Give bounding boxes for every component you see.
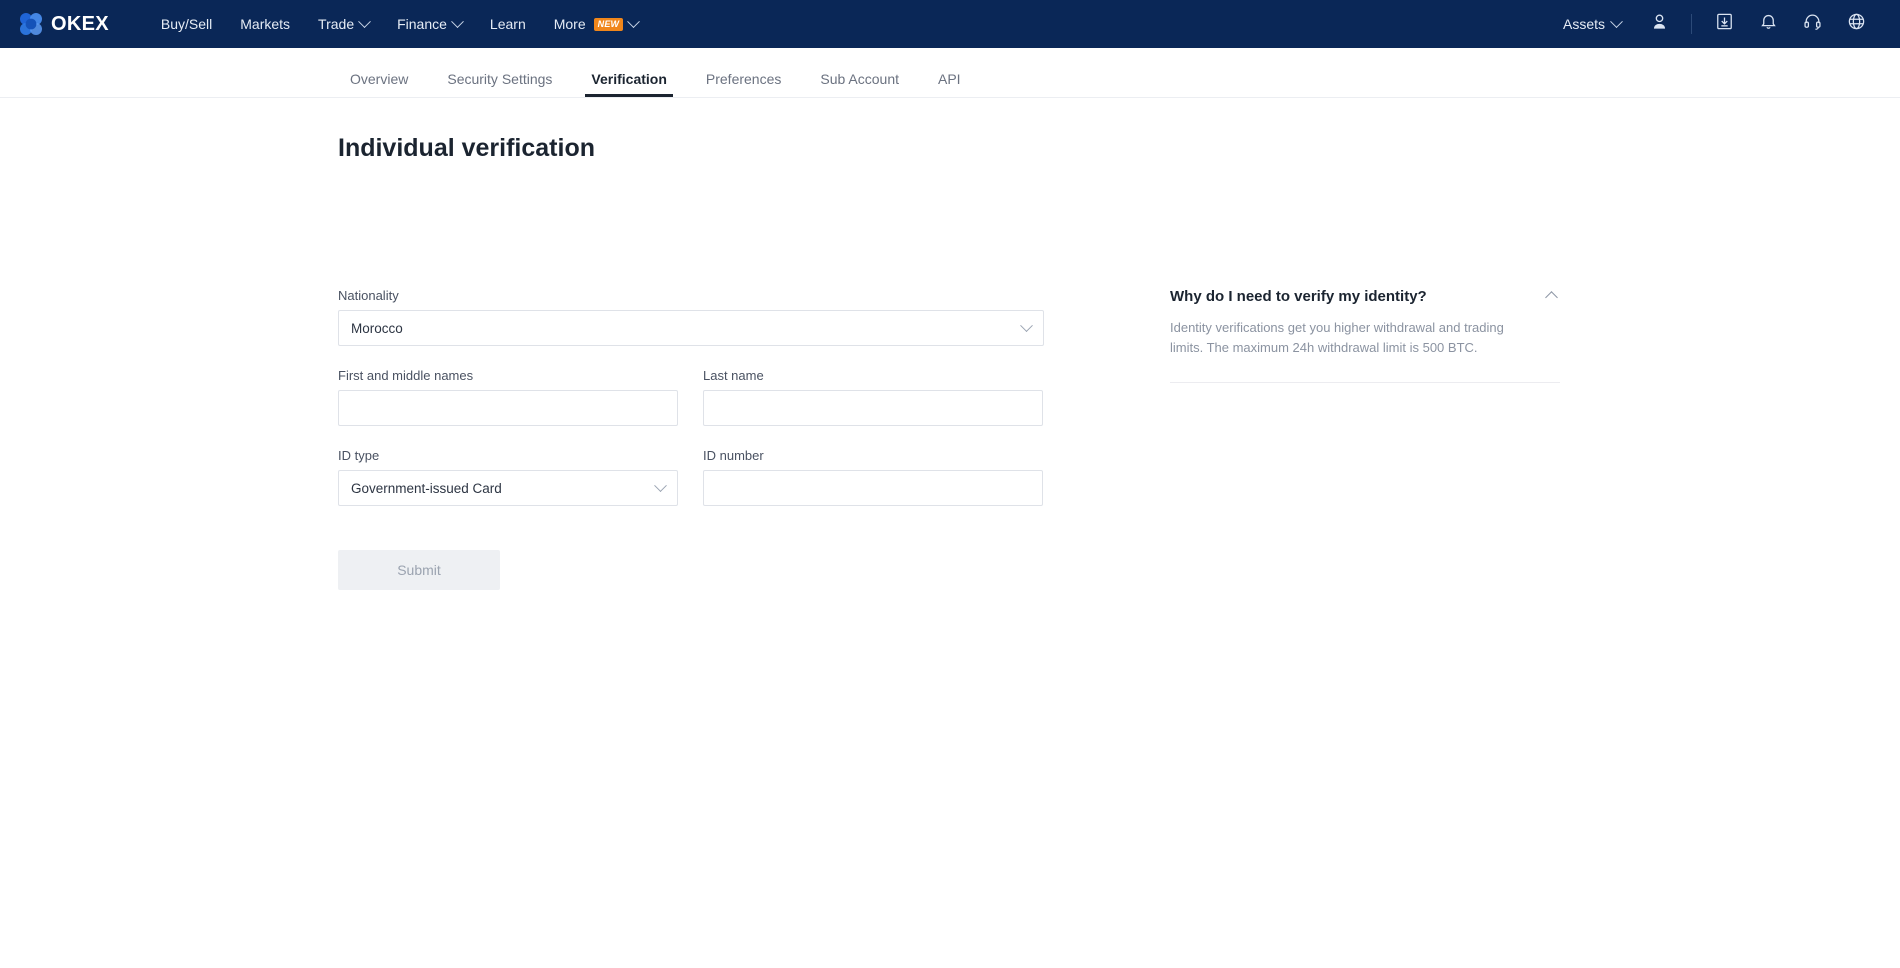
notifications-button[interactable] <box>1746 0 1790 48</box>
tab-preferences[interactable]: Preferences <box>694 71 793 97</box>
why-verify-body: Identity verifications get you higher wi… <box>1170 320 1504 356</box>
top-navigation-bar: OKEX Buy/Sell Markets Trade Finance Lear… <box>0 0 1900 48</box>
tab-api[interactable]: API <box>926 71 973 97</box>
name-fields-row: First and middle names Last name <box>338 368 1044 426</box>
chevron-down-icon <box>1020 318 1033 332</box>
first-name-input[interactable] <box>338 390 678 426</box>
user-icon <box>1650 12 1669 36</box>
download-app-button[interactable] <box>1702 0 1746 48</box>
assets-label: Assets <box>1562 16 1605 32</box>
okex-diamond-logo-icon <box>18 11 44 37</box>
nav-item-label: Buy/Sell <box>160 16 213 32</box>
panel-divider <box>1170 382 1560 384</box>
tab-label: Security Settings <box>447 71 553 87</box>
nationality-select[interactable]: Morocco <box>338 310 1044 346</box>
first-name-label: First and middle names <box>338 368 474 383</box>
tab-sub-account[interactable]: Sub Account <box>808 71 911 97</box>
primary-nav-items: Buy/Sell Markets Trade Finance Learn Mor… <box>147 0 652 48</box>
last-name-field-group: Last name <box>703 368 1043 426</box>
tab-label: API <box>938 71 961 87</box>
nav-item-label: Learn <box>489 16 526 32</box>
id-type-select[interactable]: Government-issued Card <box>338 470 678 506</box>
first-name-field-group: First and middle names <box>338 368 678 426</box>
chevron-up-icon[interactable] <box>1545 291 1558 304</box>
id-type-field-group: ID type Government-issued Card <box>338 448 678 506</box>
tab-verification[interactable]: Verification <box>579 71 678 97</box>
why-verify-title: Why do I need to verify my identity? <box>1170 288 1427 305</box>
assets-menu[interactable]: Assets <box>1547 0 1637 48</box>
nav-right-group: Assets <box>1547 0 1878 48</box>
account-tab-bar: Overview Security Settings Verification … <box>0 48 1900 98</box>
id-fields-row: ID type Government-issued Card ID number <box>338 448 1044 506</box>
nav-item-label: Finance <box>397 16 447 32</box>
nationality-field-group: Nationality Morocco <box>338 288 1044 346</box>
nav-item-markets[interactable]: Markets <box>226 0 304 48</box>
id-type-label: ID type <box>338 448 380 463</box>
language-button[interactable] <box>1834 0 1878 48</box>
globe-icon <box>1847 12 1866 36</box>
verification-form: Nationality Morocco First and middle nam… <box>338 288 1044 590</box>
tab-security-settings[interactable]: Security Settings <box>435 71 564 97</box>
submit-button[interactable]: Submit <box>338 550 500 590</box>
id-number-field-group: ID number <box>703 448 1043 506</box>
page-content: Individual verification Nationality Moro… <box>0 98 1900 968</box>
nav-divider <box>1691 14 1692 34</box>
nationality-label: Nationality <box>338 288 399 303</box>
nav-item-label: More <box>553 16 586 32</box>
tab-label: Overview <box>350 71 409 87</box>
nav-item-learn[interactable]: Learn <box>476 0 540 48</box>
page-title: Individual verification <box>338 134 595 162</box>
chevron-down-icon <box>451 14 464 28</box>
download-icon <box>1715 12 1734 36</box>
last-name-input[interactable] <box>703 390 1043 426</box>
new-badge: NEW <box>593 17 624 31</box>
chevron-down-icon <box>627 14 641 28</box>
tab-label: Preferences <box>705 71 782 87</box>
nav-item-label: Trade <box>318 16 355 32</box>
chevron-down-icon <box>1610 14 1623 28</box>
headset-icon <box>1803 12 1822 36</box>
bell-icon <box>1759 12 1778 36</box>
nationality-value: Morocco <box>351 320 403 336</box>
nav-item-label: Markets <box>240 16 291 32</box>
id-number-label: ID number <box>703 448 764 463</box>
user-account-button[interactable] <box>1637 0 1681 48</box>
tab-overview[interactable]: Overview <box>338 71 420 97</box>
why-verify-header[interactable]: Why do I need to verify my identity? <box>1170 288 1560 305</box>
nav-item-finance[interactable]: Finance <box>383 0 476 48</box>
id-number-input[interactable] <box>703 470 1043 506</box>
chevron-down-icon <box>358 14 371 28</box>
chevron-down-icon <box>654 478 667 492</box>
brand-name: OKEX <box>51 12 109 35</box>
tab-label: Sub Account <box>820 71 899 87</box>
brand-logo[interactable]: OKEX <box>18 11 109 37</box>
support-button[interactable] <box>1790 0 1834 48</box>
tab-label: Verification <box>591 71 667 87</box>
nav-item-more[interactable]: More NEW <box>540 0 653 48</box>
nav-item-trade[interactable]: Trade <box>304 0 383 48</box>
why-verify-panel: Why do I need to verify my identity? Ide… <box>1170 288 1560 384</box>
id-type-value: Government-issued Card <box>351 480 502 496</box>
nav-item-buy-sell[interactable]: Buy/Sell <box>147 0 226 48</box>
last-name-label: Last name <box>703 368 764 383</box>
